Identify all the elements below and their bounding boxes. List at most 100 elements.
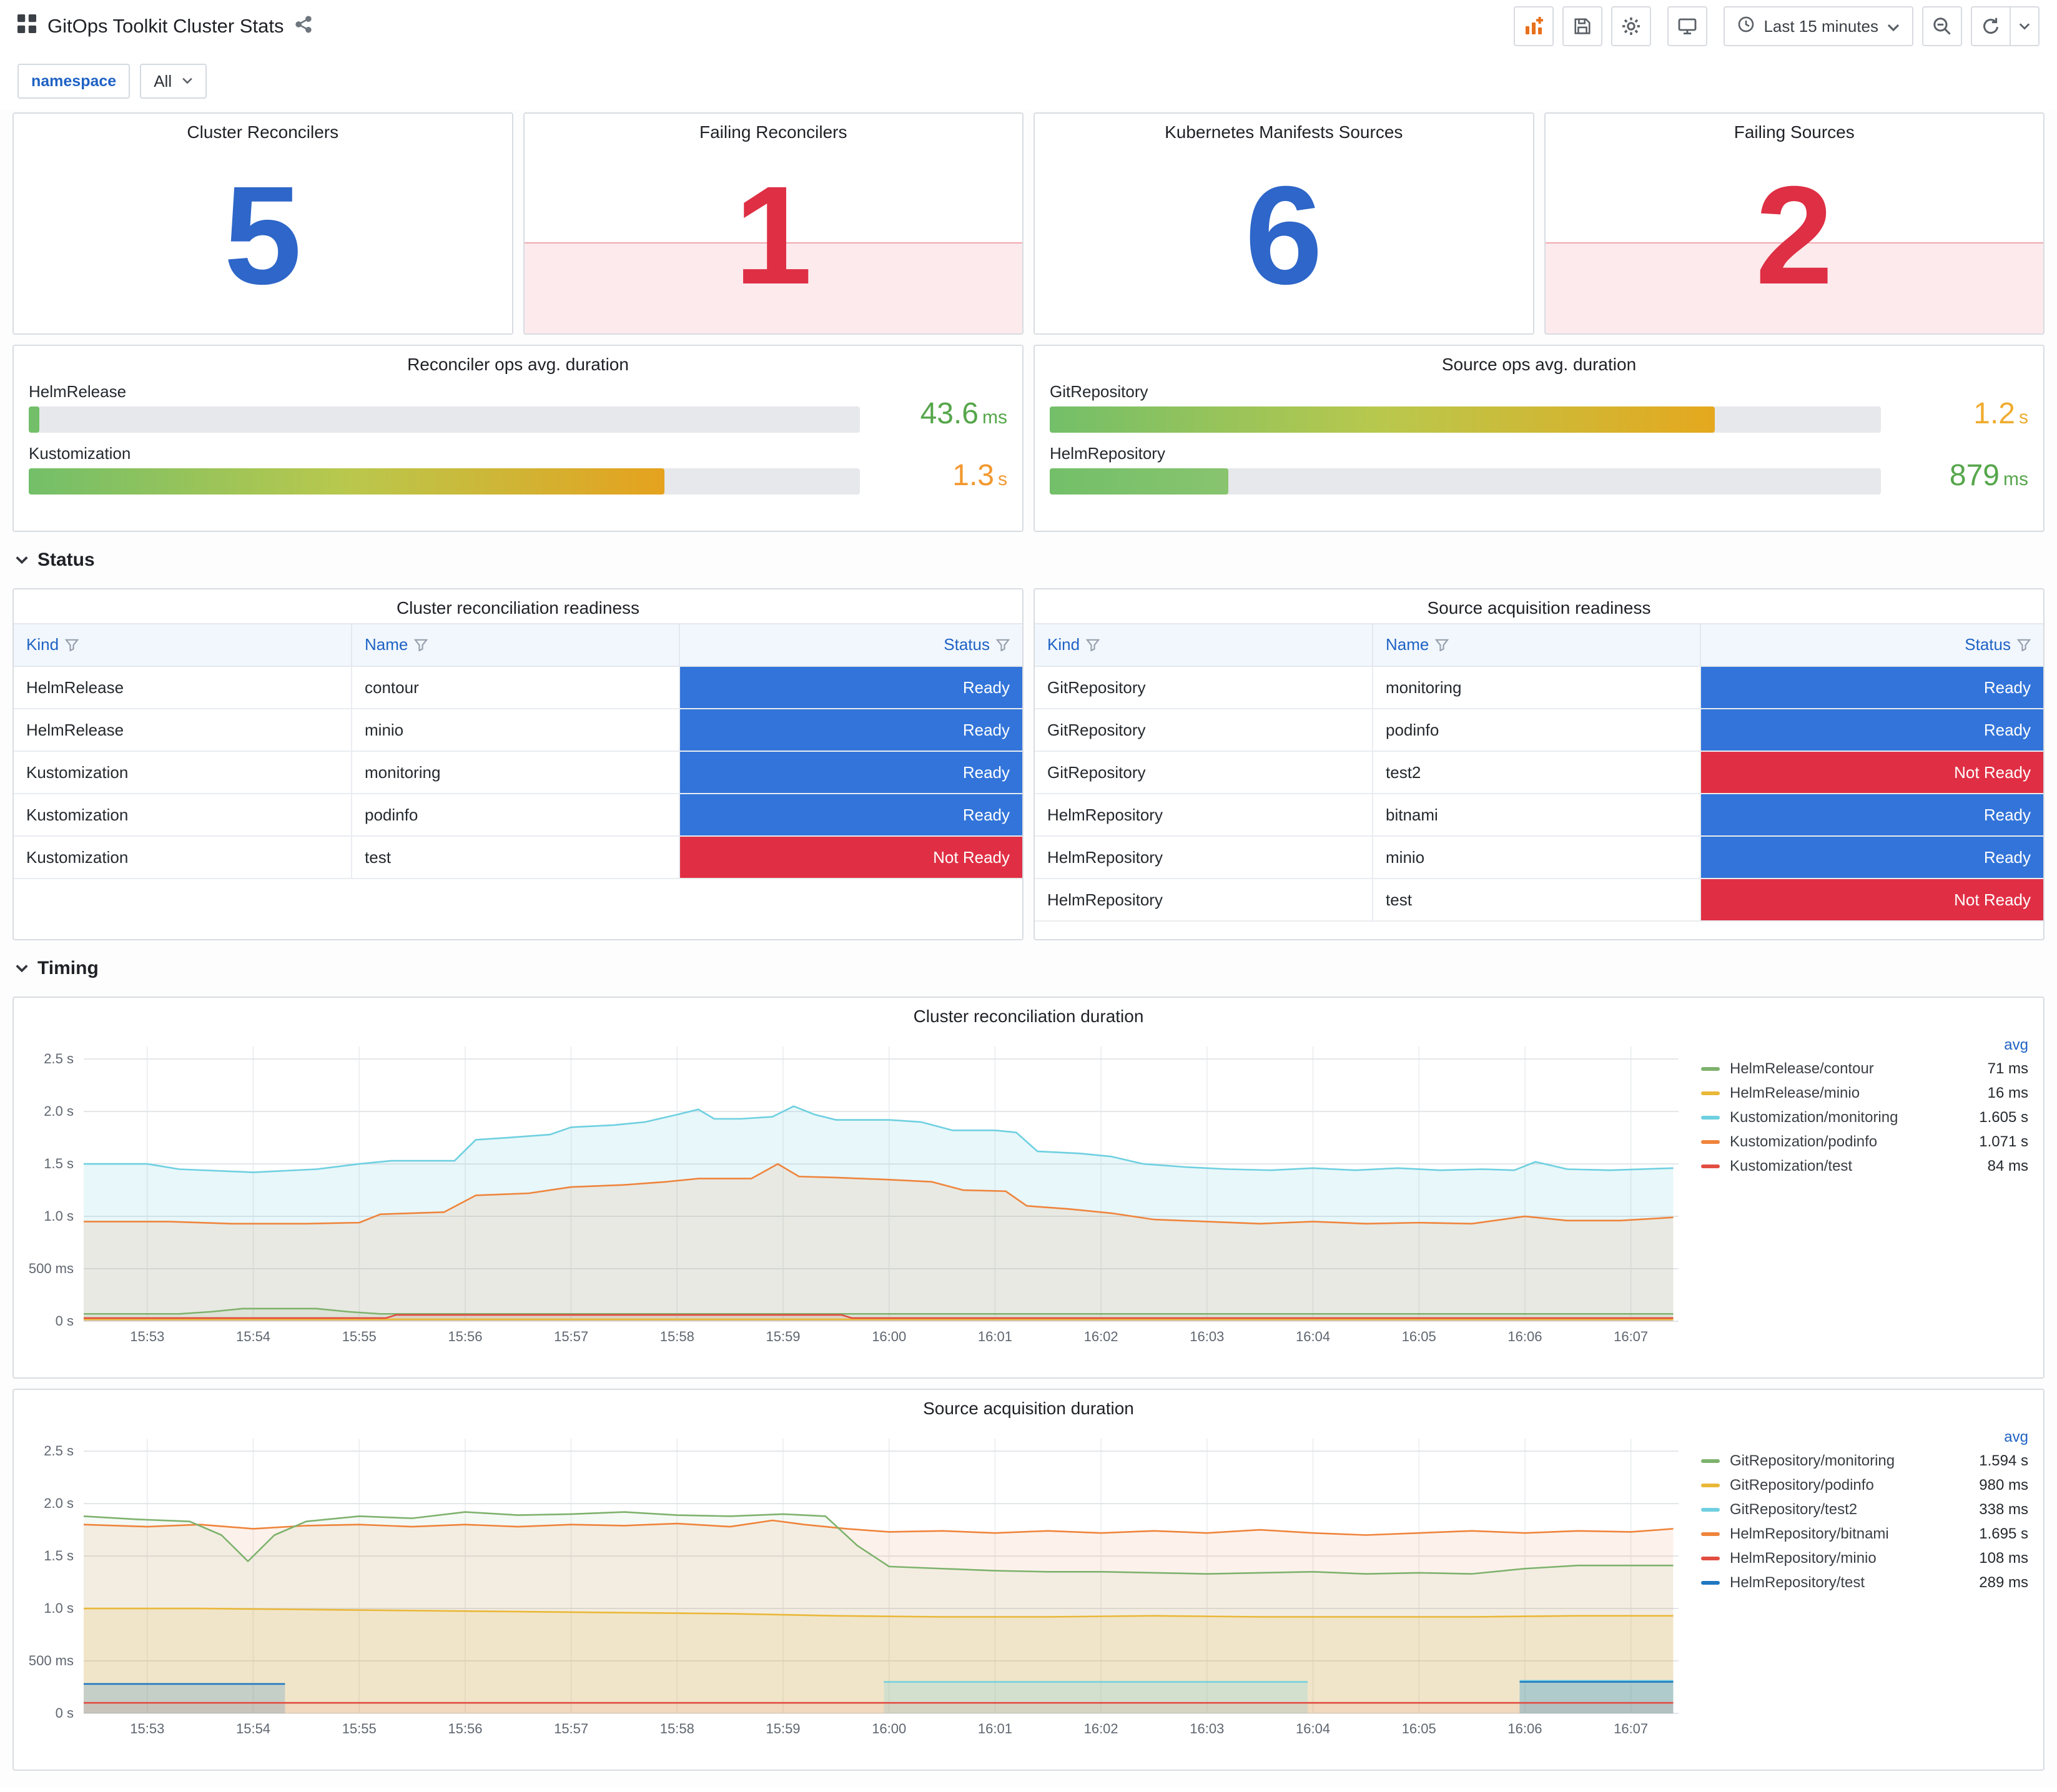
cell-kind: HelmRelease — [14, 666, 353, 709]
zoom-out-button[interactable] — [1922, 6, 1962, 46]
legend-series-avg: 84 ms — [1987, 1157, 2028, 1174]
readiness-table: Kind Name Status GitRepository monitoring… — [1035, 623, 2043, 922]
legend-item[interactable]: HelmRepository/test 289 ms — [1701, 1570, 2028, 1595]
legend-item[interactable]: HelmRelease/contour 71 ms — [1701, 1056, 2028, 1081]
dashboard-title[interactable]: GitOps Toolkit Cluster Stats — [47, 15, 284, 37]
filter-icon[interactable] — [1435, 636, 1449, 655]
filter-icon[interactable] — [2016, 636, 2031, 655]
variable-value-dropdown[interactable]: All — [140, 64, 207, 99]
status-badge: Ready — [679, 752, 1022, 793]
panel-title[interactable]: Failing Reconcilers — [525, 114, 1023, 147]
add-panel-button[interactable] — [1514, 6, 1554, 46]
panel-title[interactable]: Source acquisition duration — [14, 1390, 2043, 1424]
legend-series-color — [1701, 1091, 1720, 1095]
column-header-status[interactable]: Status — [1700, 623, 2043, 667]
panel-title[interactable]: Cluster reconciliation duration — [14, 998, 2043, 1031]
legend-series-color — [1701, 1556, 1720, 1560]
cell-kind: GitRepository — [1035, 709, 1374, 752]
column-header-name[interactable]: Name — [1373, 623, 1701, 667]
panel-title[interactable]: Kubernetes Manifests Sources — [1035, 114, 1533, 147]
save-dashboard-button[interactable] — [1562, 6, 1603, 46]
time-series-plot[interactable]: 15:53 15:54 15:55 15:56 15:57 15:58 15:59 16:00… — [16, 1424, 1689, 1743]
column-header-kind[interactable]: Kind — [1035, 623, 1374, 667]
panel-title[interactable]: Source ops avg. duration — [1035, 346, 2043, 380]
status-badge: Ready — [1700, 667, 2043, 708]
panel-title[interactable]: Reconciler ops avg. duration — [14, 346, 1022, 380]
legend-series-color — [1701, 1483, 1720, 1487]
legend-item[interactable]: HelmRelease/minio 16 ms — [1701, 1081, 2028, 1105]
panel-title[interactable]: Cluster reconciliation readiness — [14, 589, 1022, 623]
table-header-row: Kind Name Status — [14, 623, 1022, 667]
refresh-button-group — [1971, 6, 2040, 46]
filter-icon[interactable] — [995, 636, 1010, 655]
cell-status: Ready — [1700, 794, 2043, 837]
time-series-canvas[interactable]: 15:53 15:54 15:55 15:56 15:57 15:58 15:59 16:00… — [16, 1031, 1689, 1351]
legend-item[interactable]: HelmRepository/minio 108 ms — [1701, 1546, 2028, 1570]
legend-series-color — [1701, 1140, 1720, 1144]
dashboards-grid-icon[interactable] — [17, 14, 36, 38]
time-series-plot[interactable]: 15:53 15:54 15:55 15:56 15:57 15:58 15:59 16:00… — [16, 1031, 1689, 1351]
legend-item[interactable]: Kustomization/test 84 ms — [1701, 1154, 2028, 1178]
table-row: HelmRepository test Not Ready — [1035, 879, 2043, 922]
filter-icon[interactable] — [414, 636, 428, 655]
svg-text:0 s: 0 s — [56, 1705, 74, 1721]
share-icon[interactable] — [295, 15, 312, 38]
dashboard-settings-button[interactable] — [1611, 6, 1652, 46]
svg-text:16:06: 16:06 — [1507, 1329, 1542, 1344]
svg-text:16:00: 16:00 — [872, 1721, 906, 1736]
cycle-view-mode-button[interactable] — [1667, 6, 1708, 46]
cell-kind: GitRepository — [1035, 666, 1374, 709]
cell-name: monitoring — [352, 751, 680, 794]
stat-value: 6 — [1245, 157, 1323, 313]
refresh-interval-dropdown[interactable] — [2011, 6, 2040, 46]
column-header-kind[interactable]: Kind — [14, 623, 353, 667]
table-row: Kustomization monitoring Ready — [14, 751, 1022, 794]
svg-text:16:05: 16:05 — [1402, 1329, 1436, 1344]
legend-series-name: HelmRepository/bitnami — [1730, 1525, 1889, 1542]
column-header-name[interactable]: Name — [352, 623, 680, 667]
legend-series-color — [1701, 1459, 1720, 1463]
top-nav: GitOps Toolkit Cluster Stats Last 15 min… — [0, 0, 2057, 52]
svg-text:15:53: 15:53 — [130, 1329, 164, 1344]
time-series-canvas[interactable]: 15:53 15:54 15:55 15:56 15:57 15:58 15:59 16:00… — [16, 1424, 1689, 1743]
refresh-icon[interactable] — [1971, 6, 2011, 46]
legend-series-avg: 289 ms — [1979, 1573, 2028, 1591]
cell-status: Ready — [1700, 666, 2043, 709]
panel-title[interactable]: Failing Sources — [1546, 114, 2044, 147]
legend-item[interactable]: GitRepository/podinfo 980 ms — [1701, 1473, 2028, 1497]
svg-text:15:58: 15:58 — [660, 1329, 694, 1344]
panel-failing-sources: Failing Sources 2 — [1544, 112, 2045, 335]
panel-title[interactable]: Source acquisition readiness — [1035, 589, 2043, 623]
table-row: GitRepository podinfo Ready — [1035, 709, 2043, 752]
section-timing[interactable]: Timing — [12, 950, 2045, 987]
panel-title[interactable]: Cluster Reconcilers — [14, 114, 512, 147]
status-badge: Ready — [1700, 794, 2043, 835]
legend-series-avg: 1.605 s — [1979, 1108, 2028, 1126]
svg-text:15:56: 15:56 — [448, 1721, 482, 1736]
gauge-label: HelmRelease — [29, 382, 127, 401]
legend-header: avg — [2004, 1036, 2028, 1053]
legend-series-color — [1701, 1115, 1720, 1120]
section-title: Timing — [37, 958, 99, 978]
svg-text:16:06: 16:06 — [1507, 1721, 1542, 1736]
section-status[interactable]: Status — [12, 542, 2045, 578]
cell-name: podinfo — [352, 794, 680, 837]
legend-item[interactable]: GitRepository/monitoring 1.594 s — [1701, 1449, 2028, 1473]
gauge-row-helmrelease: HelmRelease 43.6 ms — [29, 382, 1007, 433]
legend-item[interactable]: HelmRepository/bitnami 1.695 s — [1701, 1522, 2028, 1546]
status-badge: Ready — [679, 794, 1022, 835]
svg-text:1.5 s: 1.5 s — [44, 1156, 74, 1171]
legend-item[interactable]: GitRepository/test2 338 ms — [1701, 1497, 2028, 1522]
legend-item[interactable]: Kustomization/podinfo 1.071 s — [1701, 1130, 2028, 1154]
column-header-status[interactable]: Status — [679, 623, 1022, 667]
tables-row: Cluster reconciliation readiness Kind Na… — [12, 588, 2045, 940]
cell-kind: HelmRepository — [1035, 879, 1374, 922]
svg-text:500 ms: 500 ms — [29, 1261, 74, 1276]
time-range-picker[interactable]: Last 15 minutes — [1724, 6, 1913, 46]
filter-icon[interactable] — [1085, 636, 1100, 655]
cell-name: minio — [352, 709, 680, 752]
legend-item[interactable]: Kustomization/monitoring 1.605 s — [1701, 1105, 2028, 1130]
legend-series-name: HelmRepository/minio — [1730, 1549, 1877, 1567]
gauge-bar-fill — [1050, 406, 1715, 433]
filter-icon[interactable] — [64, 636, 79, 655]
